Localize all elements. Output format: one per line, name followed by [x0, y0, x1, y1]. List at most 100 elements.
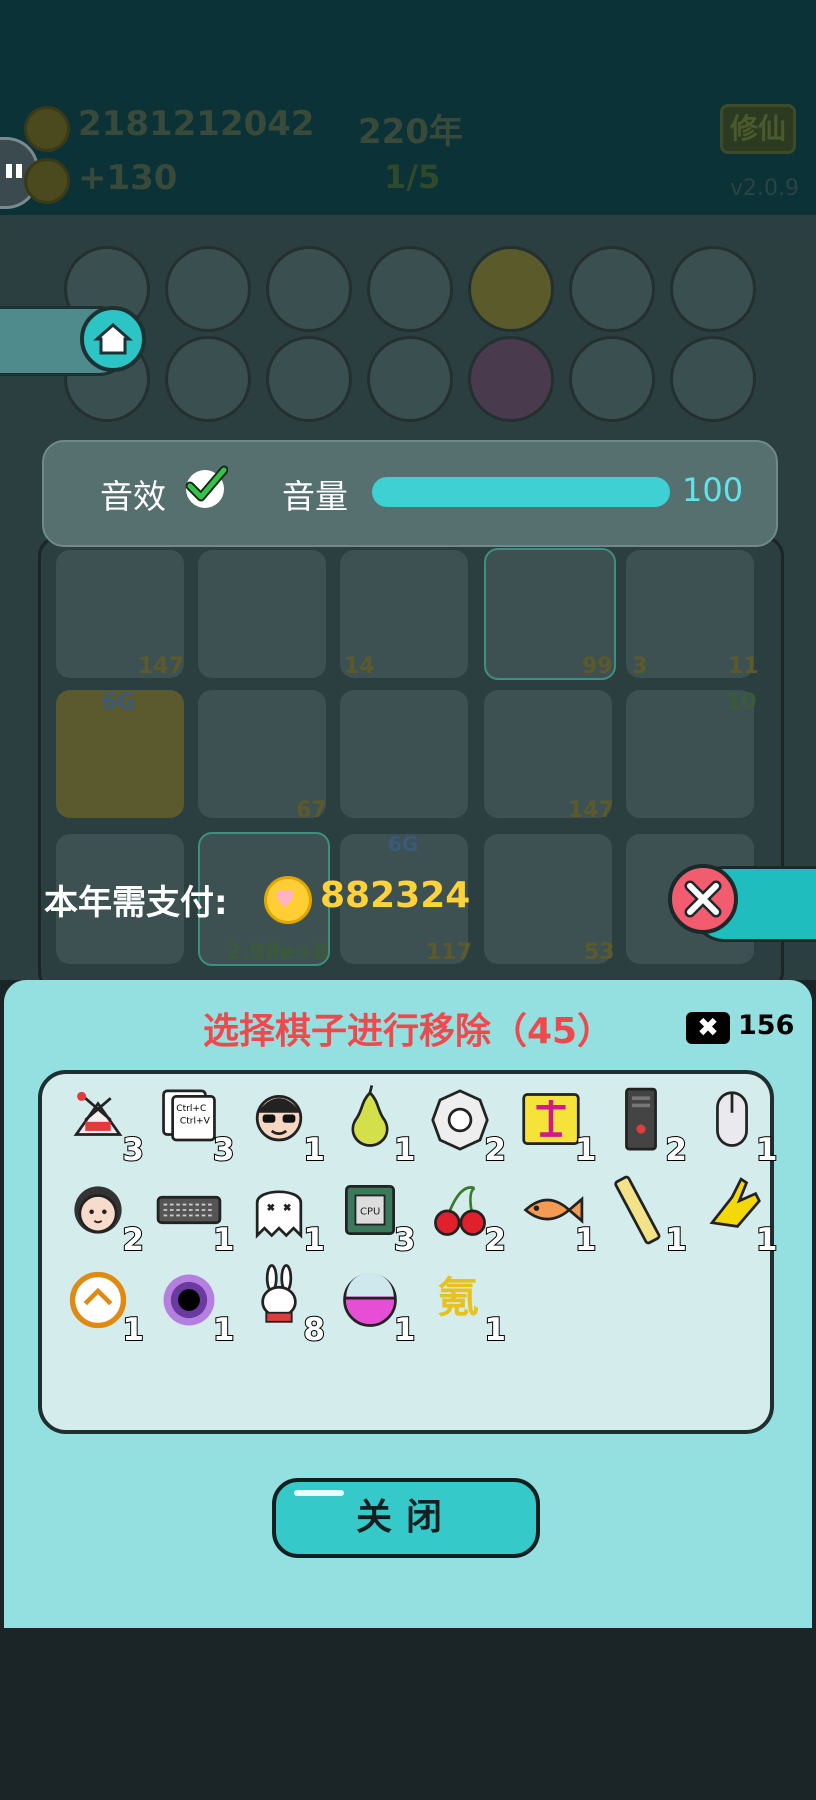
cell-count: 2.98e+8: [226, 940, 329, 965]
volume-slider[interactable]: [372, 477, 670, 507]
svg-text:Ctrl+V: Ctrl+V: [179, 1117, 210, 1127]
coin-icon: [264, 876, 312, 924]
piece-count: 3: [393, 1221, 417, 1259]
piece-item[interactable]: 1: [601, 1170, 689, 1259]
piece-count: 1: [302, 1221, 326, 1259]
board-cell[interactable]: [340, 690, 468, 818]
item-slot-egg-tray[interactable]: [165, 246, 251, 332]
coin-total: 2181212042: [78, 104, 315, 144]
close-icon: [684, 880, 722, 918]
sfx-label: 音效: [100, 477, 166, 516]
piece-item[interactable]: CPU 3: [330, 1170, 418, 1259]
income-label: +130: [78, 158, 178, 198]
piece-item[interactable]: 1: [330, 1260, 418, 1349]
cell-count: 53: [584, 940, 615, 965]
home-icon: [93, 323, 133, 355]
item-slot-ghost[interactable]: [165, 336, 251, 422]
piece-count: 2: [664, 1131, 688, 1169]
home-button[interactable]: [80, 306, 146, 372]
close-button[interactable]: 关闭: [272, 1478, 540, 1558]
piece-count: 2: [121, 1221, 145, 1259]
piece-item[interactable]: 1: [239, 1080, 327, 1169]
dismiss-button[interactable]: [668, 864, 738, 934]
item-slot-rice[interactable]: [468, 246, 554, 332]
piece-item[interactable]: 1: [149, 1170, 237, 1259]
remove-token-icon: ✖: [686, 1012, 730, 1044]
payment-label: 本年需支付:: [44, 883, 228, 923]
year-label: 220年: [358, 112, 463, 152]
cell-count: 147: [138, 654, 184, 679]
piece-count: 1: [121, 1311, 145, 1349]
cell-count: 11: [728, 654, 759, 679]
svg-text:CPU: CPU: [360, 1207, 380, 1218]
cell-count: 99: [582, 654, 613, 679]
piece-count: 8: [302, 1311, 326, 1349]
piece-item[interactable]: 2: [601, 1080, 689, 1169]
piece-item[interactable]: Ctrl+C Ctrl+V 3: [149, 1080, 237, 1169]
piece-count: 1: [574, 1131, 598, 1169]
piece-count: 1: [212, 1221, 236, 1259]
piece-item[interactable]: 1: [239, 1170, 327, 1259]
piece-count: 3: [121, 1131, 145, 1169]
piece-count: 1: [755, 1131, 779, 1169]
cell-count: 147: [568, 798, 614, 823]
item-slot-time[interactable]: [367, 246, 453, 332]
piece-item[interactable]: 1: [58, 1260, 146, 1349]
item-slot-compass[interactable]: [670, 246, 756, 332]
piece-item[interactable]: 2: [420, 1080, 508, 1169]
cell-count: 10: [726, 690, 757, 715]
item-slot-cleaver[interactable]: [468, 336, 554, 422]
piece-count: 2: [483, 1221, 507, 1259]
piece-count: 1: [483, 1311, 507, 1349]
piece-item[interactable]: 氪1: [420, 1260, 508, 1349]
piece-item[interactable]: 2: [58, 1170, 146, 1259]
piece-item[interactable]: 8: [239, 1260, 327, 1349]
cell-tag: 6G: [102, 690, 136, 715]
piece-item[interactable]: 1: [511, 1170, 599, 1259]
piece-item[interactable]: 1: [149, 1260, 237, 1349]
krypton-glyph: 氪: [436, 1273, 479, 1322]
volume-label: 音量: [282, 477, 348, 516]
cell-count: 3: [632, 654, 648, 679]
version-label: v2.0.9: [730, 176, 799, 201]
income-coin-icon: [24, 158, 70, 204]
svg-text:Ctrl+C: Ctrl+C: [176, 1104, 206, 1114]
piece-count: 1: [664, 1221, 688, 1259]
item-slot-printer[interactable]: [266, 336, 352, 422]
piece-count: 1: [393, 1131, 417, 1169]
piece-count: 3: [212, 1131, 236, 1169]
piece-item[interactable]: 1: [692, 1080, 780, 1169]
item-slot-chopsticks[interactable]: [569, 246, 655, 332]
piece-item[interactable]: 1: [511, 1080, 599, 1169]
piece-count: 1: [574, 1221, 598, 1259]
cell-tag: 6G: [388, 832, 419, 856]
board-cell[interactable]: [198, 550, 326, 678]
pause-icon: [6, 164, 12, 178]
sfx-checkbox[interactable]: [185, 465, 228, 508]
cell-count: 117: [426, 940, 472, 965]
item-slot-wink-ghost[interactable]: [367, 336, 453, 422]
cultivate-button[interactable]: 修仙: [720, 104, 796, 154]
volume-value: 100: [682, 471, 744, 509]
cell-count: 14: [344, 654, 375, 679]
piece-item[interactable]: 1: [330, 1080, 418, 1169]
piece-item[interactable]: 2: [420, 1170, 508, 1259]
piece-count: 1: [212, 1311, 236, 1349]
coin-icon: [24, 106, 70, 152]
payment-value: 882324: [320, 875, 471, 916]
cultivate-button-label: 修仙: [729, 112, 786, 145]
item-slot-bag-2[interactable]: [670, 336, 756, 422]
item-slot-bag[interactable]: [569, 336, 655, 422]
piece-count: 1: [302, 1131, 326, 1169]
piece-item[interactable]: 3: [58, 1080, 146, 1169]
cell-count: 67: [296, 798, 327, 823]
item-slot-egg-tray-2[interactable]: [266, 246, 352, 332]
remove-token-count: 156: [738, 1010, 795, 1041]
bottom-area: [0, 1628, 816, 1800]
piece-count: 2: [483, 1131, 507, 1169]
piece-item[interactable]: 1: [692, 1170, 780, 1259]
piece-count: 1: [755, 1221, 779, 1259]
round-label: 1/5: [384, 158, 441, 196]
checkmark-icon: [185, 465, 228, 502]
piece-count: 1: [393, 1311, 417, 1349]
